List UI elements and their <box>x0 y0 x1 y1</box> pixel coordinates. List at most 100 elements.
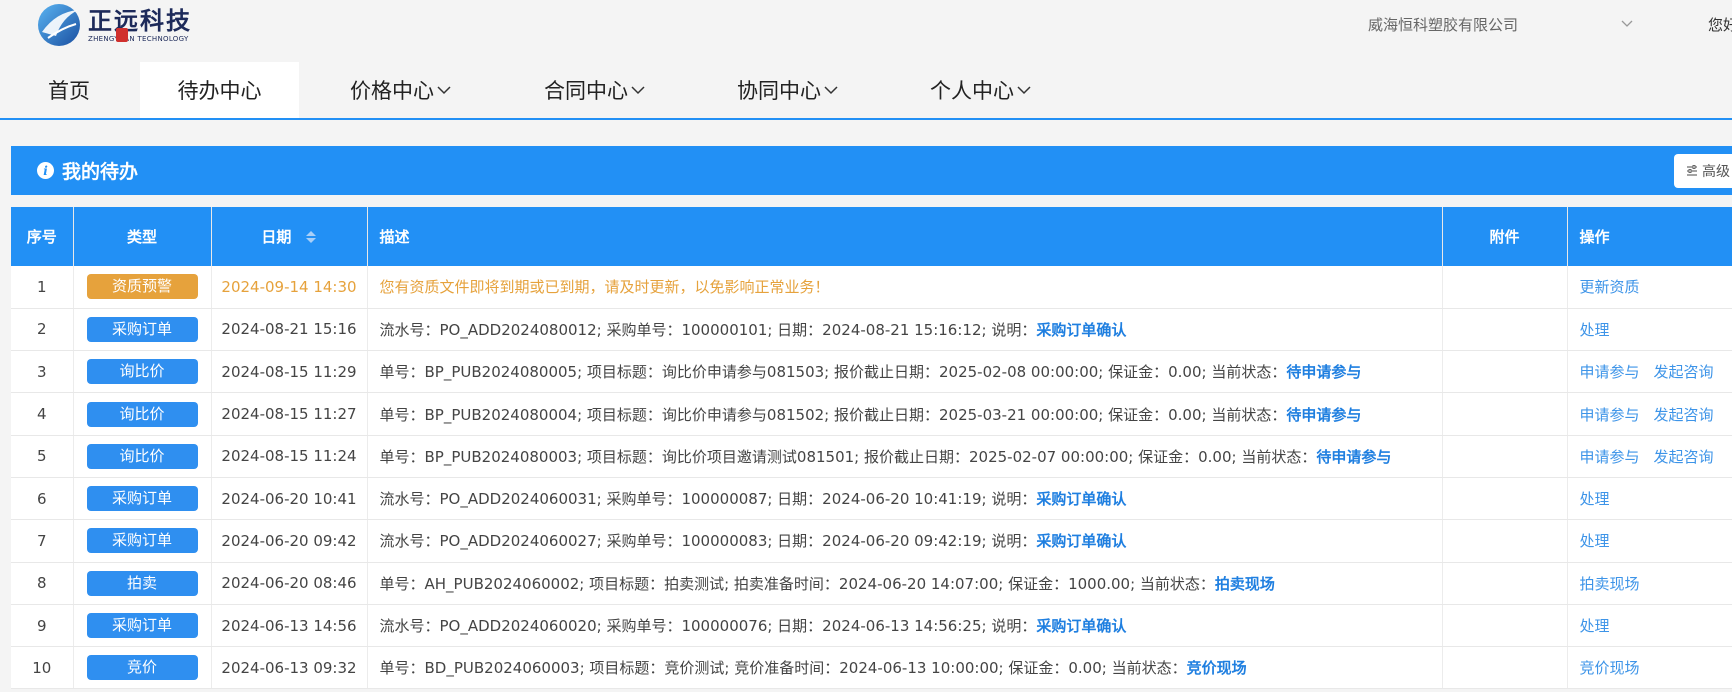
row-description: 单号：BP_PUB2024080003; 项目标题：询比价项目邀请测试08150… <box>367 435 1443 478</box>
nav-home[interactable]: 首页 <box>0 62 140 118</box>
col-header-date[interactable]: 日期 <box>211 207 368 266</box>
description-text: 您有资质文件即将到期或已到期，请及时更新，以免影响正常业务！ <box>379 278 830 297</box>
col-header-actions: 操作 <box>1567 207 1732 266</box>
sort-icon[interactable] <box>305 230 317 244</box>
row-attachment <box>1442 435 1568 478</box>
action-link[interactable]: 发起咨询 <box>1654 363 1714 381</box>
description-text: 流水号：PO_ADD2024060020; 采购单号：100000076; 日期… <box>379 617 1037 636</box>
col-header-type: 类型 <box>73 207 212 266</box>
row-actions: 处理 <box>1567 519 1732 563</box>
advanced-search-button[interactable]: 高级 <box>1674 154 1732 188</box>
row-date: 2024-08-15 11:24 <box>211 435 368 478</box>
row-attachment <box>1442 392 1568 436</box>
row-actions: 申请参与 发起咨询 <box>1567 435 1732 478</box>
row-date: 2024-06-13 09:32 <box>211 646 368 690</box>
row-actions: 处理 <box>1567 604 1732 648</box>
nav-label: 合同中心 <box>544 79 628 103</box>
nav-todo-center[interactable]: 待办中心 <box>140 62 299 118</box>
type-badge: 竞价 <box>86 655 198 681</box>
chevron-down-icon <box>1017 86 1031 95</box>
row-type-cell: 询比价 <box>73 435 212 478</box>
row-type-cell: 资质预警 <box>73 266 212 309</box>
row-description: 流水号：PO_ADD2024060020; 采购单号：100000076; 日期… <box>367 604 1443 648</box>
action-link[interactable]: 发起咨询 <box>1654 448 1714 466</box>
row-type-cell: 采购订单 <box>73 604 212 648</box>
row-type-cell: 询比价 <box>73 350 212 394</box>
description-status: 待申请参与 <box>1316 447 1392 466</box>
nav-label: 待办中心 <box>177 79 262 103</box>
action-link[interactable]: 处理 <box>1580 490 1610 508</box>
top-header: 正远科技 ZHENGYUAN TECHNOLOGY 威海恒科塑胶有限公司 您好 … <box>0 0 1732 120</box>
description-status: 采购订单确认 <box>1036 320 1127 339</box>
action-link[interactable]: 拍卖现场 <box>1580 575 1640 593</box>
action-link[interactable]: 处理 <box>1580 532 1610 550</box>
table-row: 10 竞价 2024-06-13 09:32 单号：BD_PUB2024060003;… <box>11 646 1732 690</box>
row-type-cell: 询比价 <box>73 392 212 436</box>
user-greeting[interactable]: 您好 <box>1708 14 1732 35</box>
table-row: 1 资质预警 2024-09-14 14:30 您有资质文件即将到期或已到期，请及时更… <box>11 266 1732 309</box>
description-text: 流水号：PO_ADD2024060031; 采购单号：100000087; 日期… <box>379 490 1037 509</box>
row-description: 您有资质文件即将到期或已到期，请及时更新，以免影响正常业务！ <box>367 266 1443 309</box>
row-date: 2024-06-20 09:42 <box>211 519 368 563</box>
table-row: 8 拍卖 2024-06-20 08:46 单号：AH_PUB2024060002; … <box>11 562 1732 605</box>
nav-collab-center[interactable]: 协同中心 <box>686 62 879 118</box>
action-link[interactable]: 申请参与 <box>1580 363 1640 381</box>
row-date: 2024-09-14 14:30 <box>211 266 368 309</box>
row-attachment <box>1442 350 1568 394</box>
row-description: 单号：AH_PUB2024060002; 项目标题：拍卖测试; 拍卖准备时间：2… <box>367 562 1443 605</box>
row-index: 1 <box>11 266 74 309</box>
row-description: 流水号：PO_ADD2024060027; 采购单号：100000083; 日期… <box>367 519 1443 563</box>
chevron-down-icon <box>437 86 451 95</box>
action-link[interactable]: 更新资质 <box>1580 278 1640 296</box>
row-description: 单号：BD_PUB2024060003; 项目标题：竞价测试; 竞价准备时间：2… <box>367 646 1443 690</box>
col-header-description: 描述 <box>367 207 1443 266</box>
table-row: 2 采购订单 2024-08-21 15:16 流水号：PO_ADD202408001… <box>11 308 1732 352</box>
logo[interactable]: 正远科技 ZHENGYUAN TECHNOLOGY <box>36 2 192 48</box>
table-row: 3 询比价 2024-08-15 11:29 单号：BP_PUB2024080005;… <box>11 350 1732 394</box>
type-badge: 询比价 <box>86 359 198 385</box>
action-link[interactable]: 申请参与 <box>1580 406 1640 424</box>
row-description: 单号：BP_PUB2024080004; 项目标题：询比价申请参与081502;… <box>367 392 1443 436</box>
description-text: 单号：AH_PUB2024060002; 项目标题：拍卖测试; 拍卖准备时间：2… <box>379 574 1215 593</box>
description-status: 待申请参与 <box>1286 405 1362 424</box>
row-type-cell: 采购订单 <box>73 519 212 563</box>
row-index: 4 <box>11 392 74 436</box>
type-badge: 采购订单 <box>86 486 198 512</box>
description-status: 竞价现场 <box>1186 659 1247 678</box>
action-link[interactable]: 竞价现场 <box>1580 659 1640 677</box>
chevron-down-icon[interactable] <box>1619 18 1635 30</box>
row-actions: 竞价现场 <box>1567 646 1732 690</box>
row-type-cell: 竞价 <box>73 646 212 690</box>
logo-stamp <box>116 28 128 42</box>
chevron-down-icon <box>631 86 645 95</box>
row-attachment <box>1442 519 1568 563</box>
row-attachment <box>1442 477 1568 521</box>
nav-label: 首页 <box>48 79 90 103</box>
company-selector[interactable]: 威海恒科塑胶有限公司 <box>1368 14 1518 35</box>
row-attachment <box>1442 308 1568 352</box>
description-text: 流水号：PO_ADD2024060027; 采购单号：100000083; 日期… <box>379 532 1037 551</box>
type-badge: 采购订单 <box>86 613 198 639</box>
type-badge: 采购订单 <box>86 528 198 554</box>
action-link[interactable]: 处理 <box>1580 617 1610 635</box>
col-header-index: 序号 <box>11 207 74 266</box>
advanced-search-label: 高级 <box>1702 164 1730 180</box>
action-link[interactable]: 申请参与 <box>1580 448 1640 466</box>
nav-contract-center[interactable]: 合同中心 <box>493 62 686 118</box>
row-attachment <box>1442 646 1568 690</box>
row-date: 2024-08-15 11:29 <box>211 350 368 394</box>
nav-label: 个人中心 <box>930 79 1014 103</box>
nav-price-center[interactable]: 价格中心 <box>299 62 493 118</box>
row-attachment <box>1442 604 1568 648</box>
action-link[interactable]: 处理 <box>1580 321 1610 339</box>
table-row: 4 询比价 2024-08-15 11:27 单号：BP_PUB2024080004;… <box>11 392 1732 436</box>
table-row: 9 采购订单 2024-06-13 14:56 流水号：PO_ADD202406002… <box>11 604 1732 648</box>
row-index: 10 <box>11 646 74 690</box>
todo-panel-header: i 我的待办 高级 <box>11 146 1732 195</box>
nav-label: 价格中心 <box>350 79 434 103</box>
row-date: 2024-08-21 15:16 <box>211 308 368 352</box>
action-link[interactable]: 发起咨询 <box>1654 406 1714 424</box>
info-icon: i <box>37 162 54 179</box>
nav-personal-center[interactable]: 个人中心 <box>879 62 1079 118</box>
table-row: 5 询比价 2024-08-15 11:24 单号：BP_PUB2024080003;… <box>11 435 1732 478</box>
